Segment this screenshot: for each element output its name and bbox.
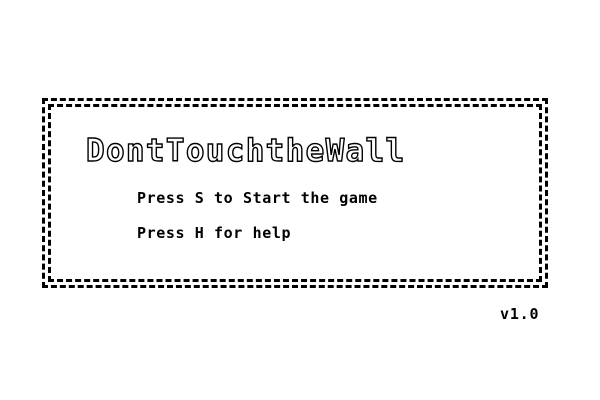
game-title: DontTouchtheWall: [85, 132, 406, 169]
version-label: v1.0: [500, 305, 540, 323]
start-game-prompt: Press S to Start the game: [137, 189, 378, 207]
help-prompt: Press H for help: [137, 224, 292, 242]
